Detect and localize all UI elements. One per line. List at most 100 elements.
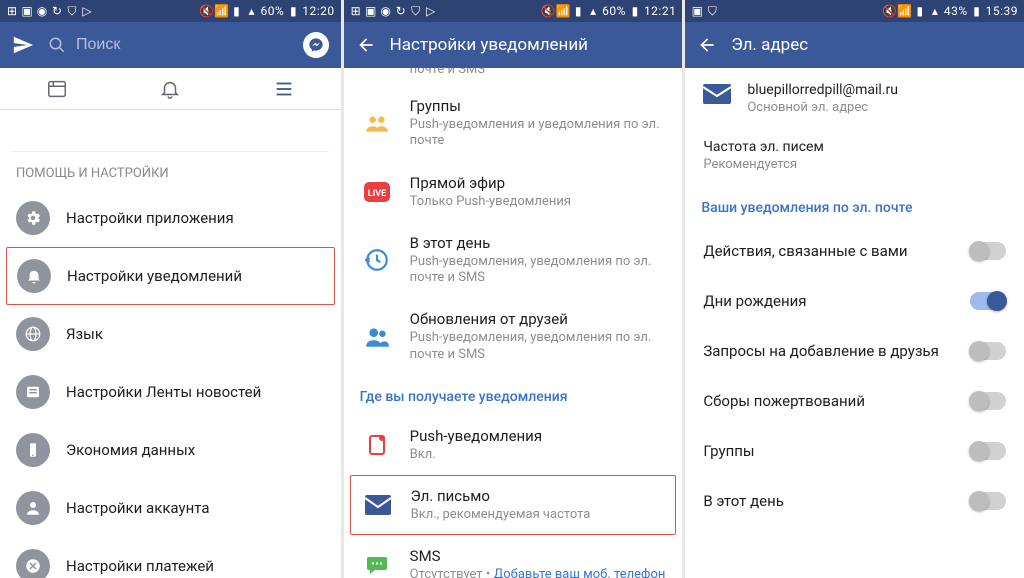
menu-account-settings[interactable]: Настройки аккаунта <box>0 479 341 537</box>
tab-menu[interactable] <box>227 78 341 100</box>
toggle-switch[interactable] <box>970 392 1006 410</box>
notif-live[interactable]: LIVE Прямой эфир Только Push-уведомления <box>344 162 683 222</box>
search-icon <box>48 36 66 54</box>
globe-icon <box>16 317 50 351</box>
section-where-header: Где вы получаете уведомления <box>344 375 683 415</box>
sb-sim-icon: ▮ <box>572 5 584 17</box>
freq-label: Частота эл. писем <box>703 139 1006 155</box>
news-icon <box>16 375 50 409</box>
toggle-switch[interactable] <box>970 342 1006 360</box>
notif-email[interactable]: Эл. письмо Вкл., рекомендуемая частота <box>350 475 677 535</box>
mail-icon <box>703 84 731 104</box>
toggle-fundraisers[interactable]: Сборы пожертвований <box>685 376 1024 426</box>
screen-email-settings: ▣ ⛉ 🔇 📶 ▮ ▴ 43% ▮ 15:39 Эл. адрес bluepi… <box>685 0 1024 578</box>
toggle-friend-requests[interactable]: Запросы на добавление в друзья <box>685 326 1024 376</box>
sb-image-icon: ▣ <box>365 5 377 17</box>
phone-icon <box>16 433 50 467</box>
sb-image-icon: ▣ <box>21 5 33 17</box>
toggle-label: Дни рождения <box>703 292 806 310</box>
item-sublabel: Push-уведомления, уведомления по эл. поч… <box>410 254 667 287</box>
toggle-switch[interactable] <box>970 492 1006 510</box>
menu-newsfeed-settings[interactable]: Настройки Ленты новостей <box>0 363 341 421</box>
payment-icon <box>16 549 50 578</box>
sb-mute-icon: 🔇 <box>200 5 212 17</box>
search-input[interactable] <box>76 36 289 54</box>
status-bar: ⊞ ▣ ◉ ↻ ⛉ ▷ 🔇 📶 ▮ ▴ 60% ▮ 12:21 <box>344 0 683 22</box>
tab-feed[interactable] <box>0 78 114 100</box>
sb-wifi-icon: 📶 <box>557 5 569 17</box>
sb-signal-icon: ▴ <box>587 5 599 17</box>
sms-icon <box>360 548 394 578</box>
truncated-subtext: почте и SMS <box>344 68 683 85</box>
email-primary-label: Основной эл. адрес <box>747 100 898 115</box>
sb-refresh-icon: ↻ <box>51 5 63 17</box>
email-address: bluepillorredpill@mail.ru <box>747 82 898 98</box>
item-label: Обновления от друзей <box>410 310 667 328</box>
menu-payment-settings[interactable]: Настройки платежей <box>0 537 341 578</box>
sb-apps-icon: ⊞ <box>350 5 362 17</box>
section-your-header: Ваши уведомления по эл. почте <box>685 186 1024 226</box>
sb-apps-icon: ⊞ <box>6 5 18 17</box>
menu-label: Настройки уведомлений <box>67 267 242 285</box>
item-label: SMS <box>410 547 667 565</box>
live-icon: LIVE <box>360 175 394 209</box>
notif-groups[interactable]: Группы Push-уведомления и уведомления по… <box>344 85 683 162</box>
toggle-birthdays[interactable]: Дни рождения <box>685 276 1024 326</box>
menu-label: Настройки Ленты новостей <box>66 383 261 401</box>
history-icon <box>360 243 394 277</box>
notif-sms[interactable]: SMS Отсутствует • Добавьте ваш моб. теле… <box>344 535 683 578</box>
tab-bar <box>0 68 341 110</box>
groups-icon <box>360 106 394 140</box>
toggle-actions[interactable]: Действия, связанные с вами <box>685 226 1024 276</box>
sb-battery-pct: 60% <box>602 4 626 18</box>
toggle-label: Группы <box>703 442 754 460</box>
sb-sim-icon: ▮ <box>914 5 926 17</box>
sb-battery-pct: 43% <box>944 4 968 18</box>
email-row[interactable]: bluepillorredpill@mail.ru Основной эл. а… <box>685 68 1024 129</box>
messenger-icon[interactable] <box>303 32 329 58</box>
menu-language[interactable]: Язык <box>0 305 341 363</box>
toggle-switch[interactable] <box>970 242 1006 260</box>
status-bar: ▣ ⛉ 🔇 📶 ▮ ▴ 43% ▮ 15:39 <box>685 0 1024 22</box>
toggle-switch[interactable] <box>970 442 1006 460</box>
sb-time: 12:21 <box>644 4 676 18</box>
notif-push[interactable]: Push-уведомления Вкл. <box>344 415 683 475</box>
friends-icon <box>360 320 394 354</box>
toggle-switch[interactable] <box>970 292 1006 310</box>
toggle-groups[interactable]: Группы <box>685 426 1024 476</box>
tab-notifications[interactable] <box>114 78 228 100</box>
back-arrow-icon[interactable] <box>697 35 717 55</box>
sb-play-icon: ▷ <box>81 5 93 17</box>
fb-header <box>0 22 341 68</box>
menu-label: Настройки приложения <box>66 209 234 227</box>
menu-label: Экономия данных <box>66 441 195 459</box>
section-help-header: ПОМОЩЬ И НАСТРОЙКИ <box>0 154 341 189</box>
email-content: bluepillorredpill@mail.ru Основной эл. а… <box>685 68 1024 578</box>
notif-friend-updates[interactable]: Обновления от друзей Push-уведомления, у… <box>344 298 683 375</box>
toggle-label: Действия, связанные с вами <box>703 242 907 260</box>
toggle-on-this-day[interactable]: В этот день <box>685 476 1024 526</box>
menu-notification-settings[interactable]: Настройки уведомлений <box>6 247 335 305</box>
item-sublabel: Push-уведомления и уведомления по эл. по… <box>410 117 667 150</box>
fb-header: Эл. адрес <box>685 22 1024 68</box>
item-sublabel: Вкл., рекомендуемая частота <box>411 507 666 523</box>
toggle-label: Запросы на добавление в друзья <box>703 342 938 360</box>
menu-label: Настройки аккаунта <box>66 499 209 517</box>
search-box[interactable] <box>48 36 289 54</box>
frequency-row[interactable]: Частота эл. писем Рекомендуется <box>685 129 1024 186</box>
menu-data-saver[interactable]: Экономия данных <box>0 421 341 479</box>
item-sublabel: Только Push-уведомления <box>410 194 667 210</box>
sb-play-icon: ▷ <box>425 5 437 17</box>
partial-row <box>12 110 329 152</box>
menu-label: Настройки платежей <box>66 557 214 575</box>
sb-signal-icon: ▴ <box>245 5 257 17</box>
menu-app-settings[interactable]: Настройки приложения <box>0 189 341 247</box>
paper-plane-icon[interactable] <box>12 34 34 56</box>
sb-image-icon: ▣ <box>691 5 703 17</box>
bell-icon <box>17 259 51 293</box>
back-arrow-icon[interactable] <box>356 35 376 55</box>
sb-wifi-icon: 📶 <box>899 5 911 17</box>
item-label: Эл. письмо <box>411 487 666 505</box>
header-title: Эл. адрес <box>731 35 808 55</box>
notif-on-this-day[interactable]: В этот день Push-уведомления, уведомлени… <box>344 222 683 299</box>
